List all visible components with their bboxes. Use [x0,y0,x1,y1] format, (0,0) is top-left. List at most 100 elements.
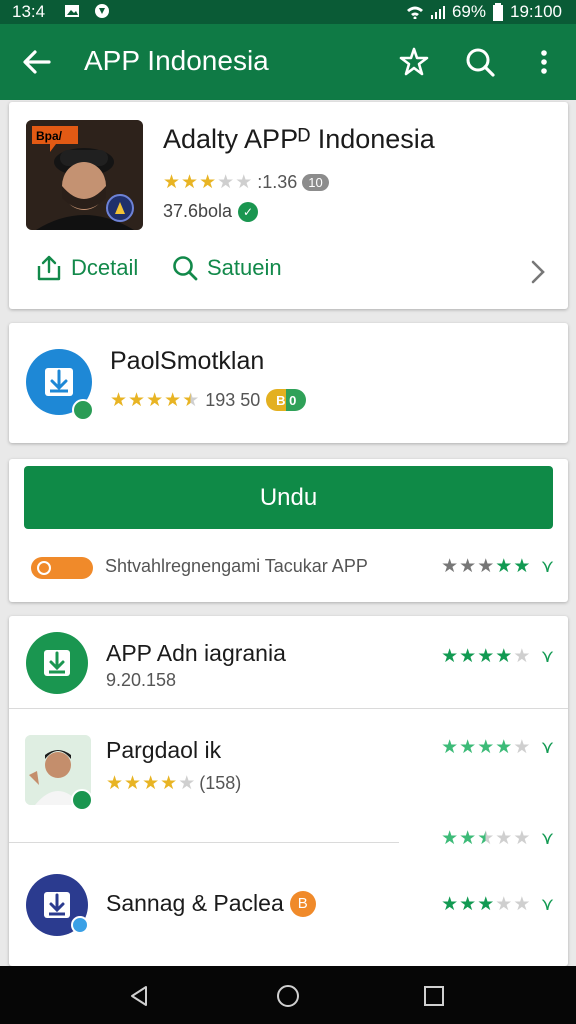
star-icon: ★ [160,773,178,794]
hero-rating: ★ ★ ★ ★ ★ :1.36 10 [163,172,329,193]
download-rating: ★ ★ ★ ★ ★ ⋎ [441,556,554,577]
rating-count: (158) [199,773,242,793]
rating-stars: ★ ★ ★ ★ ★ [441,647,530,666]
download-button[interactable]: Undu [24,466,553,529]
rating-badge: 10 [302,174,329,191]
star-icon: ★ [495,646,513,667]
star-icon: ★ [178,773,196,794]
battery-percent: 69% [451,2,486,21]
featured-app-name: PaolSmotklan [110,347,265,375]
star-icon: ★ [477,828,495,849]
leaf-icon: ⋎ [540,737,554,757]
star-icon: ★ [146,389,164,411]
download-app-icon [26,632,88,694]
page-title: APP Indonesia [84,45,269,76]
list-item-title: Sannag & Paclea B [106,890,316,917]
hero-subtitle: 37.6bola ✓ [163,201,259,222]
star-icon: ★ [495,828,513,849]
more-vert-icon[interactable] [528,46,560,78]
notification-icon [95,4,109,18]
rating-count: 193 50 [205,389,261,410]
list-item-rating: ★ ★ ★ ★ ★ ⋎ [441,828,554,849]
verified-check-icon: ✓ [238,201,259,222]
back-arrow-icon[interactable] [22,48,52,76]
star-icon: ★ [513,894,531,915]
star-icon: ★ [124,773,142,794]
rating-stars: ★ ★ ★ ★ ★ [441,738,530,757]
star-icon: ★ [106,773,124,794]
app-banner-image[interactable]: Bpa/ [26,120,143,230]
signal-icon [430,6,445,19]
star-icon: ★ [217,172,235,193]
status-bar: 13:4 69% 19:100 [0,0,576,24]
star-icon: ★ [181,172,199,193]
star-icon: ★ [164,389,182,411]
featured-rating: ★ ★ ★ ★ ★ 193 50 B 0 [110,389,307,411]
search-icon[interactable] [464,46,496,78]
wifi-icon [406,6,423,19]
list-item[interactable]: Pargdaol ik ★ ★ ★ ★ ★ (158) ★ ★ ★ ★ ★ ⋎ [9,709,568,842]
leaf-icon: ⋎ [540,556,554,576]
rating-stars: ★ ★ ★ ★ ★ [441,829,530,848]
list-item[interactable]: APP Adn iagrania 9.20.158 ★ ★ ★ ★ ★ ⋎ [9,616,568,708]
star-icon: ★ [513,556,531,577]
list-item-rating-inline: ★ ★ ★ ★ ★ (158) [106,773,241,794]
nav-back-icon[interactable] [128,984,152,1008]
search-label: Satuein [207,255,282,280]
star-icon: ★ [142,773,160,794]
rating-stars: ★ ★ ★ ★ ★ [441,895,530,914]
list-item-name: APP Adn iagrania [106,640,286,666]
detail-link[interactable]: Dcetail [35,254,138,282]
battery-icon [493,3,503,21]
status-clock: 19:100 [510,2,562,21]
star-outline-icon[interactable] [398,46,430,78]
app-title: Adalty APPᴰ Indonesia [163,124,435,154]
search-link[interactable]: Satuein [171,254,282,282]
star-icon: ★ [477,646,495,667]
star-icon: ★ [441,828,459,849]
nav-home-icon[interactable] [276,984,300,1008]
list-item-rating: ★ ★ ★ ★ ★ ⋎ [441,894,554,915]
leaf-icon: ⋎ [540,646,554,666]
star-icon: ★ [441,894,459,915]
rating-stars: ★ ★ ★ ★ ★ [106,774,195,793]
badge-icon [71,916,89,934]
detail-label: Dcetail [71,255,139,280]
app-header-card: Bpa/ Adalty APPᴰ Indonesia ★ ★ ★ ★ ★ :1.36 1… [9,102,568,309]
list-item-rating: ★ ★ ★ ★ ★ ⋎ [441,737,554,758]
magnifier-icon [173,256,198,281]
list-item-name: Sannag & Paclea [106,890,284,916]
app-size: 37.6bola [163,201,233,221]
star-icon: ★ [477,894,495,915]
option-toggle[interactable] [31,557,93,579]
star-icon: ★ [163,172,181,193]
rating-stars: ★ ★ ★ ★ ★ [441,557,530,576]
chevron-right-icon[interactable] [528,258,548,286]
star-icon: ★ [495,556,513,577]
divider [9,842,399,843]
star-icon: ★ [199,172,217,193]
featured-app-card[interactable]: PaolSmotklan ★ ★ ★ ★ ★ 193 50 B 0 [9,323,568,443]
list-item-version: 9.20.158 [106,670,177,690]
status-time: 13:4 [12,2,46,21]
leaf-icon: ⋎ [540,828,554,848]
nav-recents-icon[interactable] [422,984,446,1008]
star-icon: ★ [477,556,495,577]
app-list-card: APP Adn iagrania 9.20.158 ★ ★ ★ ★ ★ ⋎ Pargda… [9,616,568,966]
star-icon: ★ [513,828,531,849]
leaf-icon: ⋎ [540,894,554,914]
star-icon: ★ [459,894,477,915]
verified-badge-icon [71,789,93,811]
star-icon: ★ [495,894,513,915]
rating-stars: ★ ★ ★ ★ ★ [110,391,199,410]
status-right: 69% 19:100 [406,2,562,22]
star-icon: ★ [459,737,477,758]
status-badge: B 0 [266,389,307,411]
image-icon [65,5,79,17]
list-item[interactable]: Sannag & Paclea B ★ ★ ★ ★ ★ ⋎ [9,856,568,966]
star-icon: ★ [128,389,146,411]
system-nav-bar [0,966,576,1024]
option-text: Shtvahlregnengami Tacukar APP [105,556,368,576]
svg-text:Bpa/: Bpa/ [36,129,63,143]
list-item-name: Pargdaol ik [106,737,222,763]
